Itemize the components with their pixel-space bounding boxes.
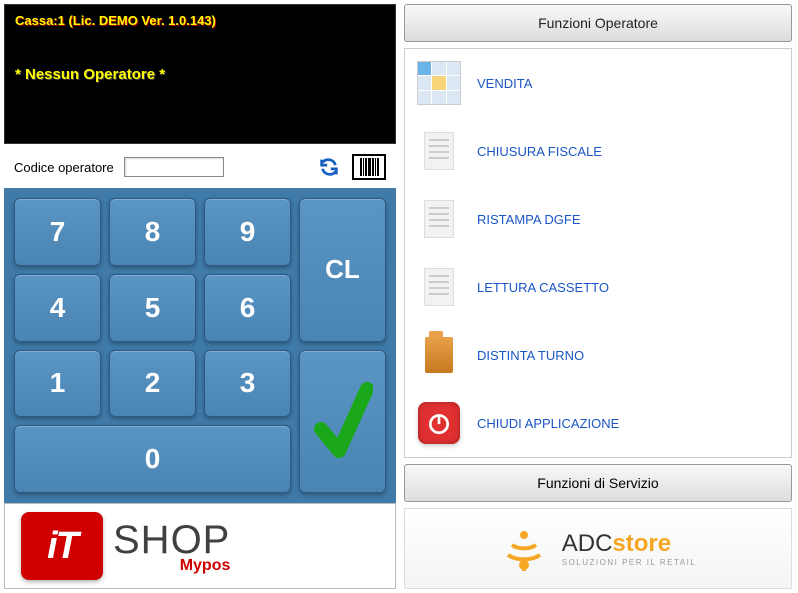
func-label: RISTAMPA DGFE xyxy=(477,212,581,227)
key-0[interactable]: 0 xyxy=(14,425,291,493)
func-distinta-turno[interactable]: DISTINTA TURNO xyxy=(411,331,785,379)
key-8[interactable]: 8 xyxy=(109,198,196,266)
key-2[interactable]: 2 xyxy=(109,350,196,418)
it-badge-icon: iT xyxy=(21,512,103,580)
key-6[interactable]: 6 xyxy=(204,274,291,342)
left-panel: Cassa:1 (Lic. DEMO Ver. 1.0.143) * Nessu… xyxy=(4,4,396,589)
key-9[interactable]: 9 xyxy=(204,198,291,266)
receipt-icon xyxy=(417,197,461,241)
right-logo: ADCstore SOLUZIONI PER IL RETAIL xyxy=(404,508,792,589)
grid-icon xyxy=(417,61,461,105)
key-1[interactable]: 1 xyxy=(14,350,101,418)
key-3[interactable]: 3 xyxy=(204,350,291,418)
operator-functions-header[interactable]: Funzioni Operatore xyxy=(404,4,792,42)
left-logo: iT SHOP Mypos xyxy=(4,503,396,589)
func-ristampa-dgfe[interactable]: RISTAMPA DGFE xyxy=(411,195,785,243)
func-label: LETTURA CASSETTO xyxy=(477,280,609,295)
key-clear[interactable]: CL xyxy=(299,198,386,342)
key-7[interactable]: 7 xyxy=(14,198,101,266)
folder-icon xyxy=(417,333,461,377)
operator-code-input[interactable] xyxy=(124,157,224,177)
right-panel: Funzioni Operatore VENDITA CHIUSURA FISC… xyxy=(404,4,792,589)
operator-status: * Nessun Operatore * xyxy=(15,66,385,83)
adc-mark-icon xyxy=(500,525,548,573)
func-label: CHIUSURA FISCALE xyxy=(477,144,602,159)
power-icon xyxy=(417,401,461,445)
receipt-icon xyxy=(417,265,461,309)
register-title: Cassa:1 (Lic. DEMO Ver. 1.0.143) xyxy=(15,13,385,28)
func-lettura-cassetto[interactable]: LETTURA CASSETTO xyxy=(411,263,785,311)
func-chiudi-applicazione[interactable]: CHIUDI APPLICAZIONE xyxy=(411,399,785,447)
service-functions-header[interactable]: Funzioni di Servizio xyxy=(404,464,792,502)
shop-text: SHOP Mypos xyxy=(113,518,230,575)
operator-functions-list: VENDITA CHIUSURA FISCALE RISTAMPA DGFE L… xyxy=(404,48,792,458)
func-label: CHIUDI APPLICAZIONE xyxy=(477,416,619,431)
func-label: VENDITA xyxy=(477,76,532,91)
func-label: DISTINTA TURNO xyxy=(477,348,584,363)
operator-label: Codice operatore xyxy=(14,160,114,175)
adc-brand: ADCstore xyxy=(562,530,697,558)
barcode-icon[interactable] xyxy=(352,154,386,180)
key-confirm[interactable] xyxy=(299,350,386,494)
shop-line2: Mypos xyxy=(180,557,231,575)
key-4[interactable]: 4 xyxy=(14,274,101,342)
adc-text: ADCstore SOLUZIONI PER IL RETAIL xyxy=(562,530,697,567)
register-display: Cassa:1 (Lic. DEMO Ver. 1.0.143) * Nessu… xyxy=(4,4,396,144)
keypad: 7 8 9 CL 4 5 6 1 2 3 0 xyxy=(4,188,396,503)
receipt-icon xyxy=(417,129,461,173)
func-vendita[interactable]: VENDITA xyxy=(411,59,785,107)
func-chiusura-fiscale[interactable]: CHIUSURA FISCALE xyxy=(411,127,785,175)
adc-tagline: SOLUZIONI PER IL RETAIL xyxy=(562,558,697,567)
key-5[interactable]: 5 xyxy=(109,274,196,342)
operator-row: Codice operatore xyxy=(4,154,396,180)
refresh-icon[interactable] xyxy=(316,154,342,180)
